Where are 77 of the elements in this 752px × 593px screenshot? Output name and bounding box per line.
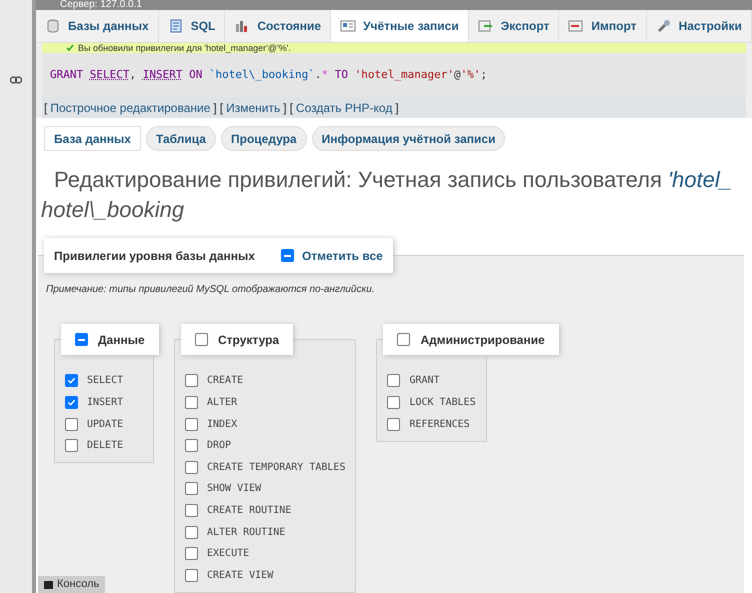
select-all-label[interactable]: Отметить все	[302, 246, 383, 265]
checkbox[interactable]	[397, 333, 410, 346]
checkbox[interactable]	[387, 418, 400, 431]
sub-tab[interactable]: База данных	[44, 126, 141, 152]
privilege-label: UPDATE	[87, 418, 124, 432]
server-label[interactable]: Сервер: 127.0.0.1	[60, 0, 142, 10]
privilege-label: LOCK TABLES	[409, 396, 476, 410]
nav-tab[interactable]: Учётные записи	[331, 10, 469, 42]
checkbox[interactable]	[185, 460, 198, 474]
success-message: Вы обновили привилегии для 'hotel_manager'@'%'.	[78, 43, 291, 54]
checkbox[interactable]	[65, 439, 78, 452]
nav-tab[interactable]: Экспорт	[468, 10, 560, 42]
action-link[interactable]: Построчное редактирование	[50, 98, 210, 117]
privilege-label: CREATE ROUTINE	[207, 504, 292, 518]
privilege-label: CREATE TEMPORARY TABLES	[207, 460, 346, 475]
privilege-label: GRANT	[409, 374, 440, 388]
checkbox[interactable]	[65, 418, 78, 431]
checkbox[interactable]	[185, 568, 198, 582]
legend-title: Привилегии уровня базы данных	[54, 248, 255, 265]
sub-tab[interactable]: Таблица	[146, 126, 216, 152]
privilege-label: CREATE VIEW	[207, 568, 274, 583]
checkbox[interactable]	[195, 333, 208, 346]
user-name: 'hotel_	[668, 166, 732, 194]
privilege-label: ALTER ROUTINE	[207, 526, 286, 540]
privilege-label: EXECUTE	[207, 547, 250, 562]
database-name: hotel\_booking	[41, 196, 184, 224]
bracket: ]	[213, 100, 217, 117]
privilege-label: INSERT	[87, 396, 124, 410]
id-card-icon	[340, 18, 356, 34]
privilege-label: SHOW VIEW	[207, 482, 262, 496]
bracket: ]	[283, 100, 287, 117]
checkbox[interactable]	[185, 374, 198, 388]
check-icon	[66, 44, 74, 52]
checkbox[interactable]	[185, 439, 198, 452]
bracket: ]	[395, 100, 399, 117]
checkbox[interactable]	[185, 418, 198, 431]
privilege-label: REFERENCES	[409, 418, 470, 432]
wrench-icon	[656, 18, 672, 34]
checkbox[interactable]	[75, 333, 88, 346]
checkbox[interactable]	[65, 396, 78, 409]
privilege-label: CREATE	[207, 374, 244, 388]
privilege-label: DROP	[207, 439, 232, 454]
privilege-label: ALTER	[207, 396, 238, 410]
console-button[interactable]: Консоль	[38, 576, 106, 593]
checkbox[interactable]	[280, 249, 294, 262]
checkbox[interactable]	[185, 396, 198, 409]
sql-query: GRANT SELECT, INSERT ON `hotel\_booking`.* TO 'hotel_manager'@'%';	[42, 53, 746, 98]
checkbox[interactable]	[185, 482, 198, 496]
checkbox[interactable]	[185, 526, 198, 539]
group-title: Данные	[98, 332, 145, 349]
group-title: Администрирование	[420, 332, 545, 349]
scroll-icon	[168, 18, 184, 34]
note-text: Примечание: типы привилегий MySQL отображаются по-английски.	[46, 283, 376, 298]
export-icon	[478, 18, 494, 34]
bracket: [	[220, 100, 224, 117]
nav-tab[interactable]: Настройки	[646, 10, 752, 42]
link-icon[interactable]	[10, 76, 22, 84]
privilege-label: SELECT	[87, 374, 124, 388]
bracket: [	[44, 100, 48, 117]
checkbox[interactable]	[387, 396, 400, 409]
console-icon	[44, 580, 53, 588]
database-icon	[45, 18, 61, 34]
bracket: [	[290, 100, 293, 117]
sub-tab[interactable]: Процедура	[220, 126, 307, 152]
checkbox[interactable]	[185, 547, 198, 560]
nav-tab[interactable]: SQL	[158, 10, 226, 42]
action-link[interactable]: Создать PHP-код	[296, 98, 392, 117]
sub-tab[interactable]: Информация учётной записи	[312, 126, 506, 152]
import-icon	[568, 18, 584, 34]
checkbox[interactable]	[65, 374, 78, 388]
checkbox[interactable]	[387, 374, 400, 388]
privilege-label: DELETE	[87, 439, 124, 454]
action-link[interactable]: Изменить	[226, 98, 280, 117]
checkbox[interactable]	[185, 504, 198, 517]
privilege-label: INDEX	[207, 418, 238, 432]
group-title: Структура	[218, 332, 280, 349]
page-heading: Редактирование привилегий: Учетная запись пользователя	[54, 166, 662, 194]
